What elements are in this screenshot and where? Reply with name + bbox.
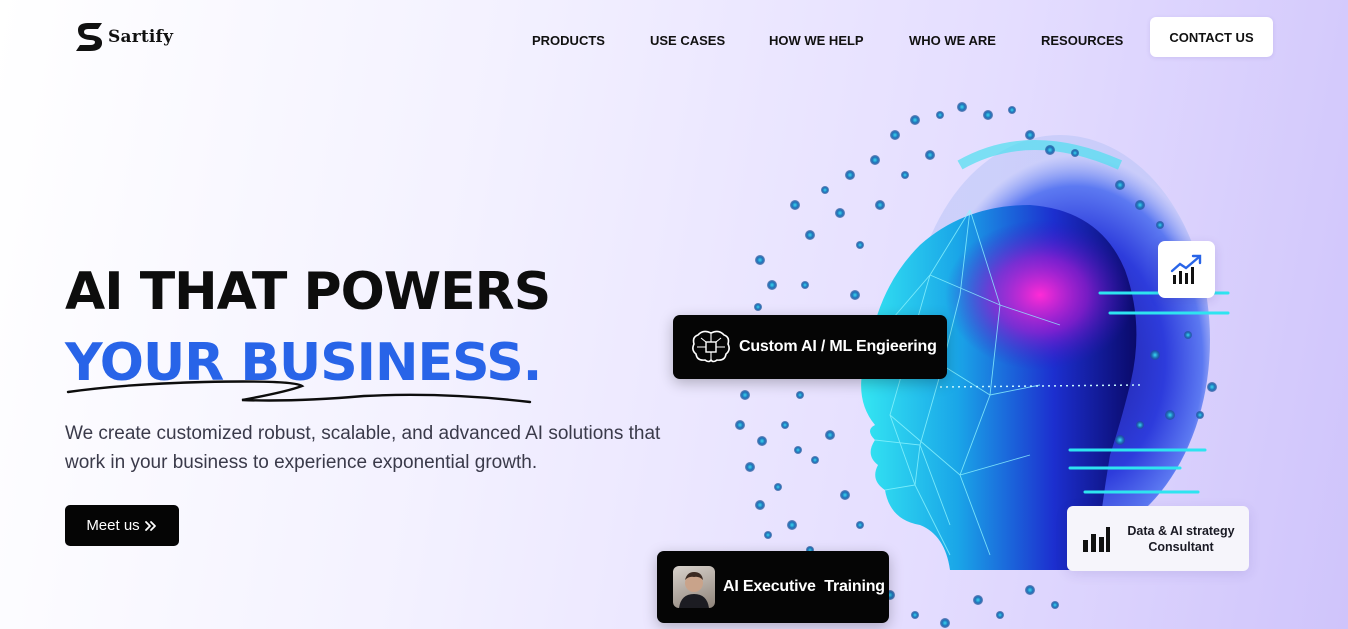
contact-us-button[interactable]: CONTACT US [1150, 17, 1273, 57]
sartify-logo-icon [76, 23, 103, 51]
nav-products[interactable]: PRODUCTS [532, 33, 605, 48]
data-ai-strategy-card[interactable]: Data & AI strategy Consultant [1067, 506, 1249, 571]
ai-executive-training-card[interactable]: AI Executive Training [657, 551, 889, 623]
meet-us-button[interactable]: Meet us [65, 505, 179, 546]
nav-resources[interactable]: RESOURCES [1041, 33, 1123, 48]
double-chevron-right-icon [144, 520, 156, 531]
nav-how-we-help[interactable]: HOW WE HELP [769, 33, 864, 48]
nav-use-cases[interactable]: USE CASES [650, 33, 725, 48]
ai-executive-training-label: AI Executive Training [723, 578, 885, 595]
brain-chip-icon [692, 330, 730, 363]
hero-headline-line1: AI THAT POWERS [65, 262, 551, 322]
growth-chart-chip [1158, 241, 1215, 298]
data-ai-strategy-label: Data & AI strategy Consultant [1127, 523, 1235, 554]
custom-ai-ml-card[interactable]: Custom AI / ML Engieering [673, 315, 947, 379]
bar-chart-icon [1083, 526, 1110, 552]
logo[interactable]: Sartify [74, 20, 173, 54]
hero-subtext: We create customized robust, scalable, a… [65, 423, 661, 473]
nav-who-we-are[interactable]: WHO WE ARE [909, 33, 996, 48]
growth-chart-icon [1170, 254, 1201, 284]
avatar [673, 566, 715, 608]
custom-ai-ml-label: Custom AI / ML Engieering [739, 338, 937, 355]
scribble-underline [66, 380, 532, 404]
brand-name: Sartify [108, 27, 174, 47]
meet-us-label: Meet us [86, 517, 140, 534]
